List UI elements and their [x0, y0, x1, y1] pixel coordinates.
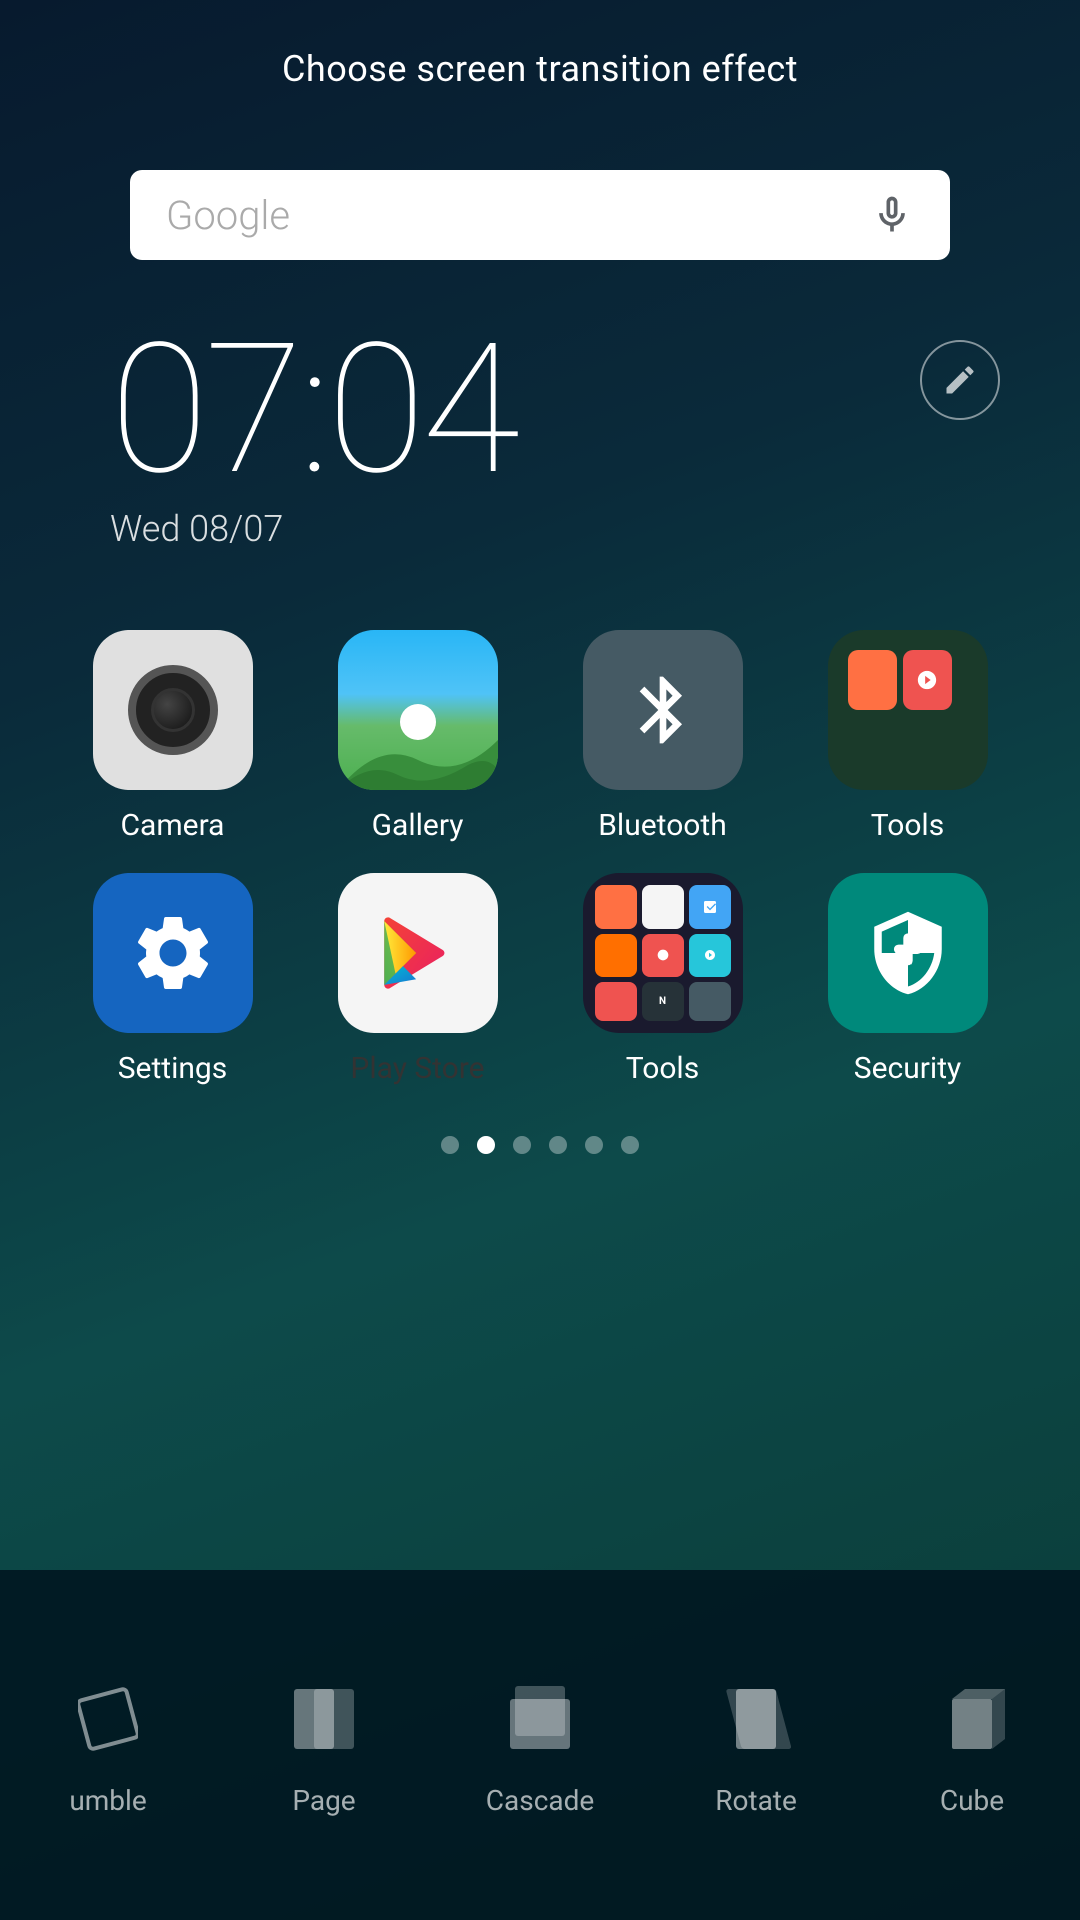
page-icon — [284, 1674, 364, 1764]
app-bluetooth[interactable]: Bluetooth — [550, 630, 775, 843]
app-security[interactable]: Security — [795, 873, 1020, 1086]
transition-effects-bar: umble Page Cascade Rotate — [0, 1570, 1080, 1920]
tumble-icon — [73, 1674, 143, 1764]
page-label: Page — [292, 1784, 355, 1817]
camera-icon — [93, 630, 253, 790]
bluetooth-label: Bluetooth — [598, 808, 727, 843]
clock-date: Wed 08/07 — [110, 508, 1080, 550]
rotate-icon — [716, 1674, 796, 1764]
app-playstore[interactable]: Play Store — [305, 873, 530, 1086]
playstore-icon-bg — [338, 873, 498, 1033]
app-settings[interactable]: Settings — [60, 873, 285, 1086]
cascade-label: Cascade — [486, 1784, 594, 1817]
app-grid: Camera Gallery Bluetooth — [0, 630, 1080, 1086]
tools-apps-icon: N — [583, 873, 743, 1033]
settings-gear-icon — [128, 908, 218, 998]
page-dot-5[interactable] — [585, 1136, 603, 1154]
page-dot-2[interactable] — [477, 1136, 495, 1154]
transition-cube[interactable]: Cube — [864, 1654, 1080, 1837]
page-dot-6[interactable] — [621, 1136, 639, 1154]
security-shield-icon — [863, 908, 953, 998]
cube-icon — [932, 1674, 1012, 1764]
app-camera[interactable]: Camera — [60, 630, 285, 843]
app-gallery[interactable]: Gallery — [305, 630, 530, 843]
mic-icon[interactable] — [870, 185, 914, 245]
page-indicators — [0, 1136, 1080, 1154]
gallery-hills — [338, 720, 498, 790]
page-dot-1[interactable] — [441, 1136, 459, 1154]
tools-folder-label: Tools — [871, 808, 944, 843]
gallery-label: Gallery — [372, 808, 464, 843]
settings-label: Settings — [118, 1051, 228, 1086]
edit-button[interactable] — [920, 340, 1000, 420]
page-dot-4[interactable] — [549, 1136, 567, 1154]
search-bar-container: Google — [130, 170, 950, 260]
cascade-icon — [500, 1674, 580, 1764]
search-placeholder: Google — [166, 192, 290, 239]
transition-rotate[interactable]: Rotate — [648, 1654, 864, 1837]
edit-icon — [942, 362, 978, 398]
screen-title: Choose screen transition effect — [0, 0, 1080, 90]
bluetooth-icon-bg — [583, 630, 743, 790]
bluetooth-symbol — [623, 670, 703, 750]
security-icon-bg — [828, 873, 988, 1033]
transition-tumble[interactable]: umble — [0, 1654, 216, 1837]
settings-icon-bg — [93, 873, 253, 1033]
transition-page[interactable]: Page — [216, 1654, 432, 1837]
security-label: Security — [854, 1051, 961, 1086]
app-tools-apps[interactable]: N Tools — [550, 873, 775, 1086]
tools-apps-label: Tools — [626, 1051, 699, 1086]
playstore-label: Play Store — [350, 1051, 484, 1086]
app-tools-folder[interactable]: Tools — [795, 630, 1020, 843]
google-search-bar[interactable]: Google — [130, 170, 950, 260]
page-dot-3[interactable] — [513, 1136, 531, 1154]
playstore-symbol — [373, 908, 463, 998]
gallery-icon — [338, 630, 498, 790]
rotate-label: Rotate — [715, 1784, 797, 1817]
clock-area: 07:04 Wed 08/07 — [0, 320, 1080, 550]
tools-folder-icon — [828, 630, 988, 790]
camera-label: Camera — [121, 808, 225, 843]
tumble-label: umble — [69, 1784, 146, 1817]
cube-label: Cube — [940, 1784, 1004, 1817]
transition-cascade[interactable]: Cascade — [432, 1654, 648, 1837]
